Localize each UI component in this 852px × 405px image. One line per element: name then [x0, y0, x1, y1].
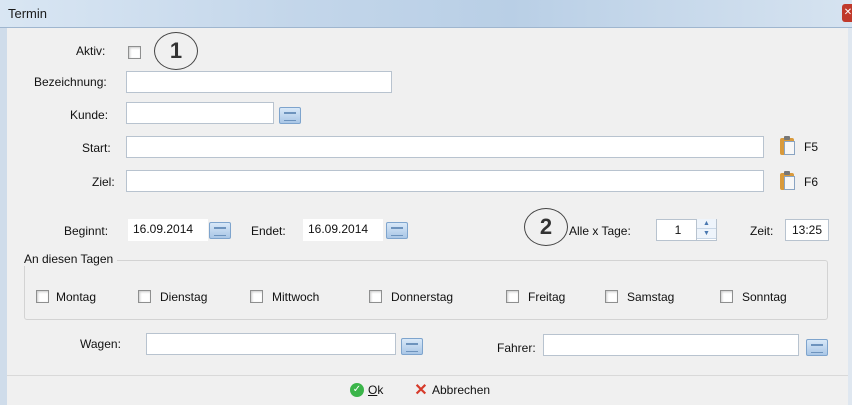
day-checkbox-sonntag[interactable]: [720, 290, 733, 303]
day-label-sonntag: Sonntag: [742, 290, 787, 304]
annotation-marker-2: 2: [524, 208, 568, 246]
day-checkbox-montag[interactable]: [36, 290, 49, 303]
window-title: Termin: [8, 6, 48, 21]
ziel-input[interactable]: [126, 170, 764, 192]
start-label: Start:: [82, 141, 111, 155]
start-input[interactable]: [126, 136, 764, 158]
title-bar: Termin ✕: [0, 0, 852, 28]
cancel-button-label: Abbrechen: [432, 383, 491, 397]
termin-dialog: Termin ✕ Aktiv: 1 Bezeichnung: Kunde: St…: [0, 0, 852, 405]
fahrer-picker-icon[interactable]: [806, 339, 828, 356]
day-checkbox-samstag[interactable]: [605, 290, 618, 303]
alle-x-tage-label: Alle x Tage:: [569, 224, 631, 238]
bezeichnung-input[interactable]: [126, 71, 392, 93]
ziel-clipboard-icon[interactable]: [780, 171, 796, 191]
ziel-label: Ziel:: [92, 175, 115, 189]
endet-calendar-icon[interactable]: [386, 222, 408, 239]
annotation-marker-1: 1: [154, 32, 198, 70]
kunde-picker-icon[interactable]: [279, 107, 301, 124]
day-label-dienstag: Dienstag: [160, 290, 208, 304]
aktiv-checkbox[interactable]: [128, 46, 141, 59]
aktiv-label: Aktiv:: [76, 44, 106, 58]
zeit-input[interactable]: 13:25: [785, 219, 829, 241]
fahrer-label: Fahrer:: [497, 341, 536, 355]
day-checkbox-dienstag[interactable]: [138, 290, 151, 303]
kunde-input[interactable]: [126, 102, 274, 124]
window-left-border: [0, 28, 7, 405]
day-checkbox-donnerstag[interactable]: [369, 290, 382, 303]
wagen-picker-icon[interactable]: [401, 338, 423, 355]
window-right-border: [848, 28, 852, 405]
beginnt-label: Beginnt:: [64, 224, 109, 238]
kunde-label: Kunde:: [70, 108, 109, 122]
check-icon: ✓: [350, 383, 364, 397]
day-checkbox-freitag[interactable]: [506, 290, 519, 303]
button-bar-divider: [7, 375, 848, 376]
wagen-label: Wagen:: [80, 337, 121, 351]
days-group-legend: An diesen Tagen: [20, 252, 118, 266]
endet-date-input[interactable]: 16.09.2014: [303, 219, 383, 241]
zeit-label: Zeit:: [750, 224, 774, 238]
ok-button[interactable]: ✓ Ok: [346, 381, 392, 401]
day-label-samstag: Samstag: [627, 290, 675, 304]
spin-up-icon[interactable]: ▲: [697, 219, 716, 229]
start-clipboard-icon[interactable]: [780, 136, 796, 156]
ok-button-label: Ok: [368, 383, 384, 397]
start-shortcut: F5: [804, 140, 819, 154]
close-icon[interactable]: ✕: [842, 4, 852, 22]
day-label-montag: Montag: [56, 290, 97, 304]
x-icon: ✕: [414, 382, 428, 399]
bezeichnung-label: Bezeichnung:: [34, 75, 107, 89]
fahrer-input[interactable]: [543, 334, 799, 356]
endet-label: Endet:: [251, 224, 286, 238]
beginnt-date-input[interactable]: 16.09.2014: [128, 219, 208, 241]
spin-down-icon[interactable]: ▼: [697, 229, 716, 239]
cancel-button[interactable]: ✕ Abbrechen: [410, 381, 510, 401]
ziel-shortcut: F6: [804, 175, 819, 189]
day-label-freitag: Freitag: [528, 290, 566, 304]
day-checkbox-mittwoch[interactable]: [250, 290, 263, 303]
wagen-input[interactable]: [146, 333, 396, 355]
day-label-donnerstag: Donnerstag: [391, 290, 454, 304]
alle-x-tage-spinner[interactable]: ▲ ▼: [696, 219, 716, 241]
day-label-mittwoch: Mittwoch: [272, 290, 320, 304]
beginnt-calendar-icon[interactable]: [209, 222, 231, 239]
